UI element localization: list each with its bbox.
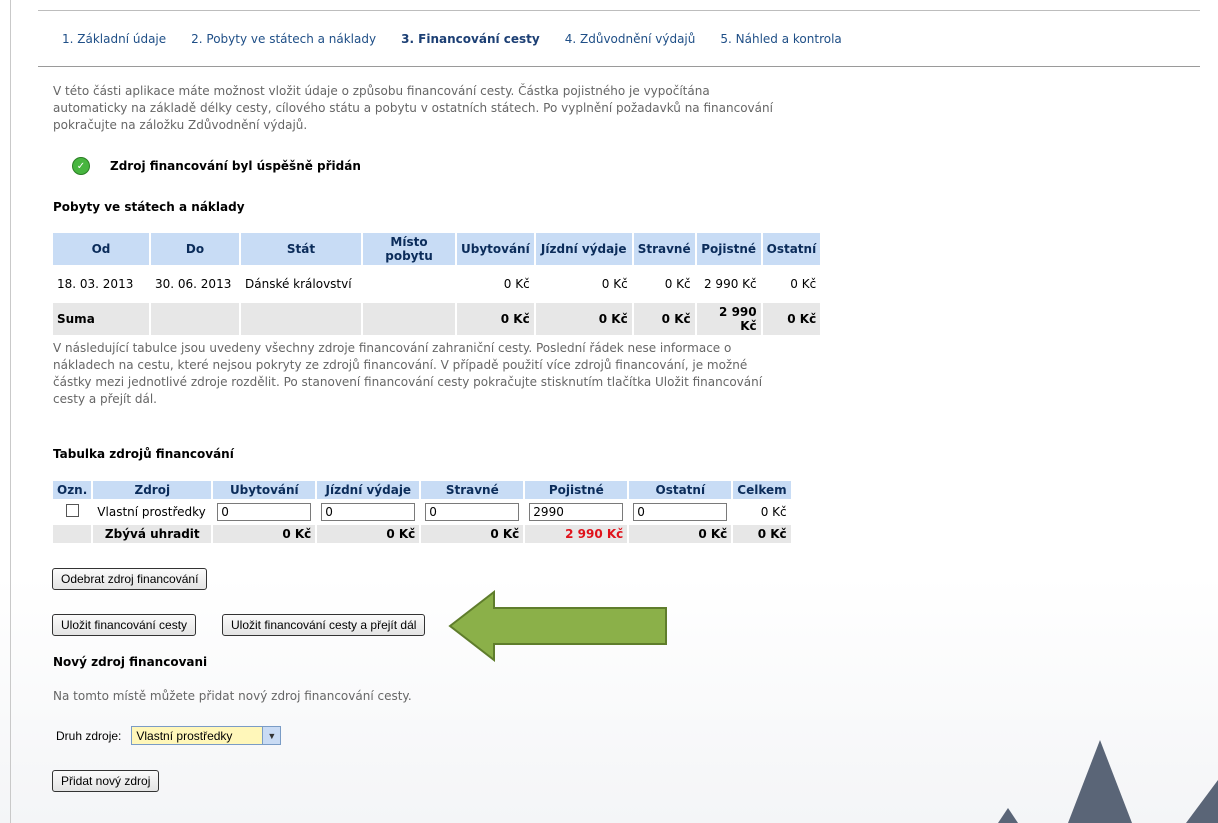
stays-title: Pobyty ve státech a náklady: [53, 200, 245, 214]
table-row: 18. 03. 2013 30. 06. 2013 Dánské královs…: [53, 267, 820, 301]
col-header: Ostatní: [629, 481, 732, 499]
cell-meals: 0 Kč: [664, 277, 691, 291]
col-header: Stravné: [421, 481, 524, 499]
other-input[interactable]: [633, 503, 728, 521]
col-header: Celkem: [733, 481, 791, 499]
col-header: Stravné: [633, 233, 695, 265]
tab-expense-justification[interactable]: 4. Zdůvodnění výdajů: [565, 32, 696, 50]
sources-table: Ozn. Zdroj Ubytování Jízdní výdaje Strav…: [51, 479, 793, 545]
col-header: Ubytování: [457, 233, 534, 265]
cell-state: Dánské království: [245, 277, 352, 291]
cell-insurance: 2 990 Kč: [703, 277, 757, 291]
source-type-label: Druh zdroje:: [56, 728, 122, 743]
mountain-decoration: [998, 740, 1218, 823]
col-header: Ostatní: [762, 233, 821, 265]
success-notice: ✓ Zdroj financování byl úspěšně přidán: [72, 157, 361, 175]
new-source-title: Nový zdroj financovani: [53, 655, 208, 669]
sum-label: Suma: [53, 303, 149, 335]
col-header: Jízdní výdaje: [535, 233, 632, 265]
row-total: 0 Kč: [760, 505, 787, 519]
tabs-rule: [38, 66, 1200, 67]
chevron-down-icon[interactable]: ▼: [262, 727, 281, 744]
cell-to: 30. 06. 2013: [155, 277, 232, 291]
insurance-input[interactable]: [529, 503, 624, 521]
col-header: Místo pobytu: [363, 233, 455, 265]
source-name: Vlastní prostředky: [97, 505, 206, 519]
source-checkbox[interactable]: [65, 504, 79, 517]
sum-meals: 0 Kč: [633, 303, 695, 335]
col-header: Od: [53, 233, 149, 265]
sum-cell: [151, 303, 239, 335]
sources-title: Tabulka zdrojů financování: [53, 447, 234, 461]
save-financing-button[interactable]: Uložit financování cesty: [52, 614, 197, 636]
tab-trip-financing[interactable]: 3. Financování cesty: [401, 32, 540, 50]
accommodation-input[interactable]: [217, 503, 312, 521]
cell-from: 18. 03. 2013: [57, 277, 134, 291]
remove-source-button[interactable]: Odebrat zdroj financování: [52, 568, 208, 590]
col-header: Ozn.: [53, 481, 92, 499]
source-type-value: Vlastní prostředky: [136, 728, 233, 743]
table-row: Vlastní prostředky 0 Kč: [53, 501, 791, 523]
cell-travel: 0 Kč: [601, 277, 628, 291]
top-rule: [38, 10, 1200, 11]
add-source-button[interactable]: Přidat nový zdroj: [52, 770, 160, 792]
col-header: Jízdní výdaje: [317, 481, 420, 499]
remaining-other: 0 Kč: [629, 525, 732, 543]
col-header: Do: [151, 233, 239, 265]
source-type-select[interactable]: Vlastní prostředky ▼: [131, 726, 282, 745]
travel-input[interactable]: [321, 503, 416, 521]
stays-table: Od Do Stát Místo pobytu Ubytování Jízdní…: [51, 231, 822, 337]
success-message: Zdroj financování byl úspěšně přidán: [110, 159, 361, 173]
tab-stays-costs[interactable]: 2. Pobyty ve státech a náklady: [191, 32, 376, 50]
sum-insurance: 2 990 Kč: [696, 303, 761, 335]
remaining-accommodation: 0 Kč: [213, 525, 316, 543]
left-arrow-icon: [448, 590, 667, 662]
col-header: Stát: [241, 233, 361, 265]
remaining-meals: 0 Kč: [421, 525, 524, 543]
new-source-hint: Na tomto místě můžete přidat nový zdroj …: [53, 689, 412, 703]
remaining-travel: 0 Kč: [317, 525, 420, 543]
sum-accommodation: 0 Kč: [457, 303, 534, 335]
sum-other: 0 Kč: [762, 303, 821, 335]
intro-text: V této části aplikace máte možnost vloži…: [53, 84, 773, 132]
remaining-insurance: 2 990 Kč: [525, 525, 628, 543]
source-type-row: Druh zdroje: Vlastní prostředky ▼: [56, 726, 282, 745]
sum-row: Suma 0 Kč 0 Kč 0 Kč 2 990 Kč 0 Kč: [53, 303, 821, 335]
step-tabs: 1. Základní údaje 2. Pobyty ve státech a…: [62, 32, 867, 50]
cell-accommodation: 0 Kč: [503, 277, 530, 291]
tab-preview-check[interactable]: 5. Náhled a kontrola: [720, 32, 841, 50]
tab-basic-info[interactable]: 1. Základní údaje: [62, 32, 166, 50]
cell-place: [363, 267, 455, 301]
sum-cell: [363, 303, 455, 335]
meals-input[interactable]: [425, 503, 520, 521]
remaining-total: 0 Kč: [733, 525, 791, 543]
remaining-label: Zbývá uhradit: [93, 525, 212, 543]
remaining-blank: [53, 525, 92, 543]
cell-other: 0 Kč: [790, 277, 817, 291]
col-header: Pojistné: [525, 481, 628, 499]
sum-travel: 0 Kč: [535, 303, 632, 335]
col-header: Zdroj: [93, 481, 212, 499]
sources-description: V následující tabulce jsou uvedeny všech…: [53, 341, 763, 406]
col-header: Ubytování: [213, 481, 316, 499]
save-and-continue-button[interactable]: Uložit financování cesty a přejít dál: [222, 614, 426, 636]
sum-cell: [241, 303, 361, 335]
col-header: Pojistné: [696, 233, 761, 265]
check-icon: ✓: [72, 157, 90, 175]
remaining-row: Zbývá uhradit 0 Kč 0 Kč 0 Kč 2 990 Kč 0 …: [53, 525, 791, 543]
left-border: [10, 0, 11, 823]
